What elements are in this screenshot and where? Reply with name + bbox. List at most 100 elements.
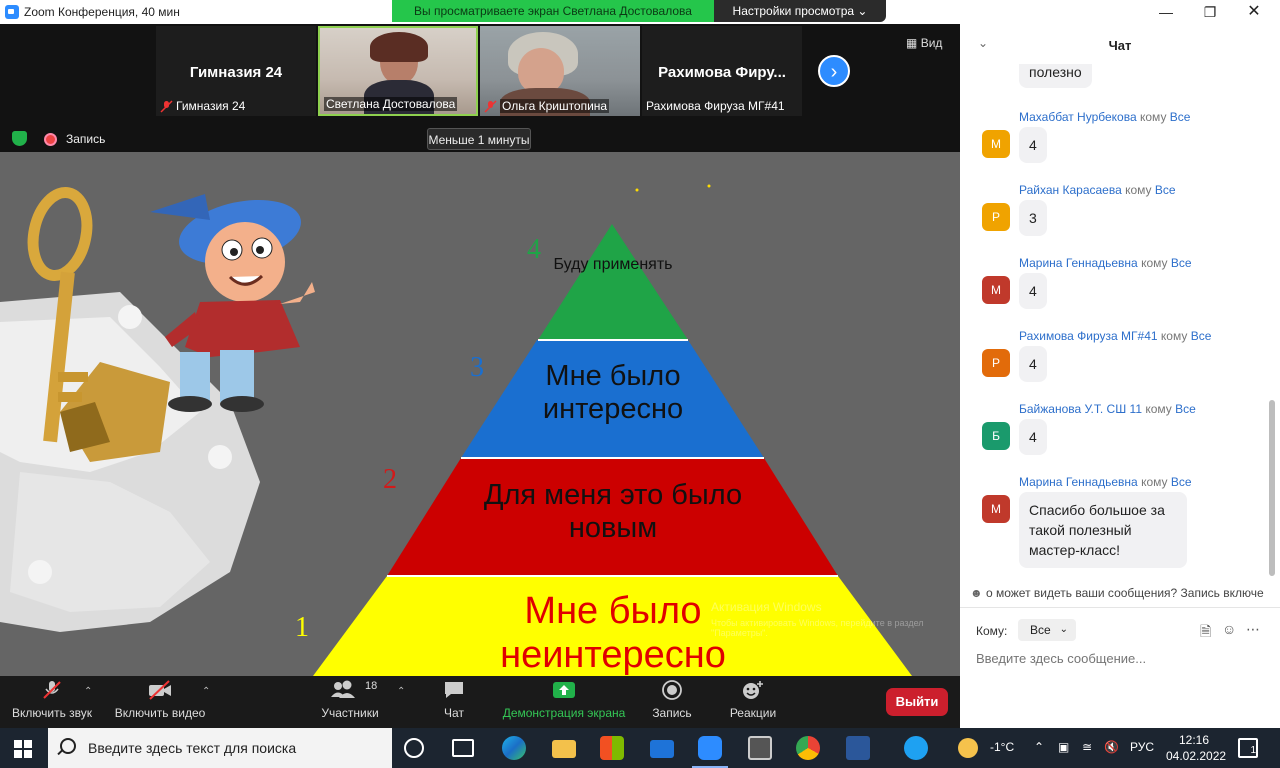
- network-icon[interactable]: ▣: [1058, 740, 1069, 754]
- avatar: М: [982, 276, 1010, 304]
- screen-share-banner: Вы просматриваете экран Светлана Достова…: [392, 0, 714, 22]
- video-options-caret[interactable]: ⌃: [202, 686, 210, 697]
- input-language[interactable]: РУС: [1130, 740, 1154, 754]
- word-app-icon[interactable]: [846, 736, 870, 760]
- meeting-area: Гимназия 24 Гимназия 24 Светлана Достова…: [0, 24, 960, 728]
- participant-tile[interactable]: Гимназия 24 Гимназия 24: [156, 26, 316, 116]
- level-number-1: 1: [295, 612, 309, 643]
- taskbar-search-box[interactable]: Введите здесь текст для поиска: [48, 728, 392, 768]
- next-page-button[interactable]: ›: [818, 55, 850, 87]
- file-icon[interactable]: 🗎: [1200, 621, 1211, 645]
- chat-message-sender: Рахимова Фируза МГ#41 кому Все: [1019, 329, 1211, 343]
- participant-tile-active[interactable]: Светлана Достовалова: [318, 26, 478, 116]
- chat-message: Б Байжанова У.Т. СШ 11 кому Все 4: [960, 402, 1270, 468]
- edge-browser-icon[interactable]: [502, 736, 526, 760]
- unmute-label: Включить звук: [11, 706, 93, 720]
- volume-muted-icon[interactable]: 🔇: [1104, 740, 1119, 754]
- cortana-icon[interactable]: [404, 738, 424, 758]
- chat-label: Чат: [444, 706, 464, 720]
- zoom-taskbar-icon[interactable]: [692, 736, 728, 768]
- participant-tile[interactable]: Рахимова Фиру... Рахимова Фируза МГ#41: [642, 26, 802, 116]
- record-indicator-icon: [44, 133, 57, 146]
- sender-name[interactable]: Марина Геннадьевна: [1019, 475, 1138, 489]
- chat-message-text: 4: [1019, 273, 1047, 309]
- sender-name[interactable]: Байжанова У.Т. СШ 11: [1019, 402, 1142, 416]
- close-icon[interactable]: ✕: [1242, 2, 1266, 22]
- emoji-icon[interactable]: ☺: [1222, 621, 1236, 637]
- view-layout-button[interactable]: ▦ Вид: [906, 36, 942, 50]
- recipient-select[interactable]: Все ⌄: [1018, 619, 1076, 641]
- people-icon: ☻: [970, 586, 983, 600]
- sender-name[interactable]: Рахимова Фируза МГ#41: [1019, 329, 1158, 343]
- audio-options-caret[interactable]: ⌃: [84, 686, 92, 697]
- chevron-down-icon: ⌄: [1059, 624, 1068, 635]
- participants-options-caret[interactable]: ⌃: [397, 686, 405, 697]
- participant-label: Светлана Достовалова: [324, 97, 458, 111]
- chat-message-text: полезно: [1019, 64, 1092, 88]
- notification-center-icon[interactable]: 1: [1238, 738, 1258, 758]
- security-shield-icon[interactable]: [12, 131, 27, 146]
- store-icon[interactable]: [600, 736, 624, 760]
- help-icon[interactable]: [904, 736, 928, 760]
- calculator-icon[interactable]: [748, 736, 772, 760]
- record-icon: [662, 680, 682, 700]
- avatar: М: [982, 495, 1010, 523]
- participant-label: Гимназия 24: [176, 99, 246, 113]
- participant-name-large: Гимназия 24: [189, 64, 283, 81]
- chat-panel: ⌄ Чат полезно М Махаббат Нурбекова кому …: [960, 24, 1280, 728]
- participants-icon: [331, 680, 355, 698]
- unmute-button[interactable]: Включить звук: [8, 680, 96, 720]
- chat-privacy-note[interactable]: ☻ о может видеть ваши сообщения? Запись …: [970, 586, 1280, 600]
- mail-icon[interactable]: [650, 740, 674, 758]
- meeting-timer: Меньше 1 минуты: [427, 128, 531, 150]
- chat-message: М Марина Геннадьевна кому Все 4: [960, 256, 1270, 322]
- chat-message-input[interactable]: [976, 649, 1266, 667]
- tray-chevron-up-icon[interactable]: ⌃: [1034, 740, 1044, 754]
- meeting-toolbar: Включить звук ⌃ Включить видео ⌃ 18 Учас…: [0, 676, 960, 728]
- windows-start-icon[interactable]: [14, 740, 32, 758]
- mic-off-icon: [484, 100, 497, 113]
- recipient-name: Все: [1175, 402, 1196, 416]
- recipient-name: Все: [1170, 475, 1192, 489]
- taskbar-clock[interactable]: 12:16 04.02.2022: [1166, 732, 1226, 764]
- participants-button[interactable]: 18 Участники: [314, 680, 386, 720]
- record-button[interactable]: Запись: [648, 680, 696, 720]
- privacy-note-text: о может видеть ваши сообщения? Запись вк…: [985, 586, 1264, 600]
- participants-label: Участники: [321, 706, 379, 720]
- temperature-readout[interactable]: -1°C: [990, 740, 1014, 754]
- chat-message-list[interactable]: полезно М Махаббат Нурбекова кому Все 4 …: [960, 64, 1270, 584]
- chrome-browser-icon[interactable]: [796, 736, 820, 760]
- start-video-button[interactable]: Включить видео: [112, 680, 208, 720]
- video-off-icon: [149, 680, 171, 700]
- weather-icon[interactable]: [958, 738, 978, 758]
- participant-hair: [370, 32, 428, 62]
- record-label: Запись: [652, 706, 692, 720]
- chat-scrollbar[interactable]: [1269, 400, 1275, 576]
- view-settings-button[interactable]: Настройки просмотра ⌄: [714, 0, 886, 22]
- chat-message-sender: Махаббат Нурбекова кому Все: [1019, 110, 1190, 124]
- participant-tile[interactable]: Ольга Криштопина: [480, 26, 640, 116]
- windows-taskbar: Введите здесь текст для поиска -1°C ⌃ ▣ …: [0, 728, 1280, 768]
- sender-name[interactable]: Райхан Карасаева: [1019, 183, 1122, 197]
- restore-icon[interactable]: ❐: [1198, 2, 1222, 22]
- grid-icon: ▦: [906, 36, 918, 50]
- more-options-icon[interactable]: ⋯: [1246, 621, 1260, 638]
- reactions-button[interactable]: Реакции: [726, 680, 780, 720]
- chat-button[interactable]: Чат: [432, 680, 476, 720]
- share-screen-button[interactable]: Демонстрация экрана: [500, 680, 628, 720]
- sender-name[interactable]: Махаббат Нурбекова: [1019, 110, 1137, 124]
- zoom-app-icon: [5, 5, 19, 19]
- minimize-icon[interactable]: —: [1154, 2, 1178, 22]
- avatar: М: [982, 130, 1010, 158]
- mic-off-icon: [160, 100, 173, 113]
- wifi-icon[interactable]: ≅: [1082, 740, 1092, 754]
- chat-message-text: 4: [1019, 419, 1047, 455]
- reactions-smiley-icon: [743, 681, 763, 699]
- leave-meeting-button[interactable]: Выйти: [886, 688, 948, 716]
- recipient-name: Все: [1154, 183, 1176, 197]
- sender-name[interactable]: Марина Геннадьевна: [1019, 256, 1138, 270]
- sparkle-dot: [635, 188, 639, 192]
- file-explorer-icon[interactable]: [552, 740, 576, 758]
- task-view-icon[interactable]: [452, 739, 474, 757]
- sparkle-dot: [707, 184, 711, 188]
